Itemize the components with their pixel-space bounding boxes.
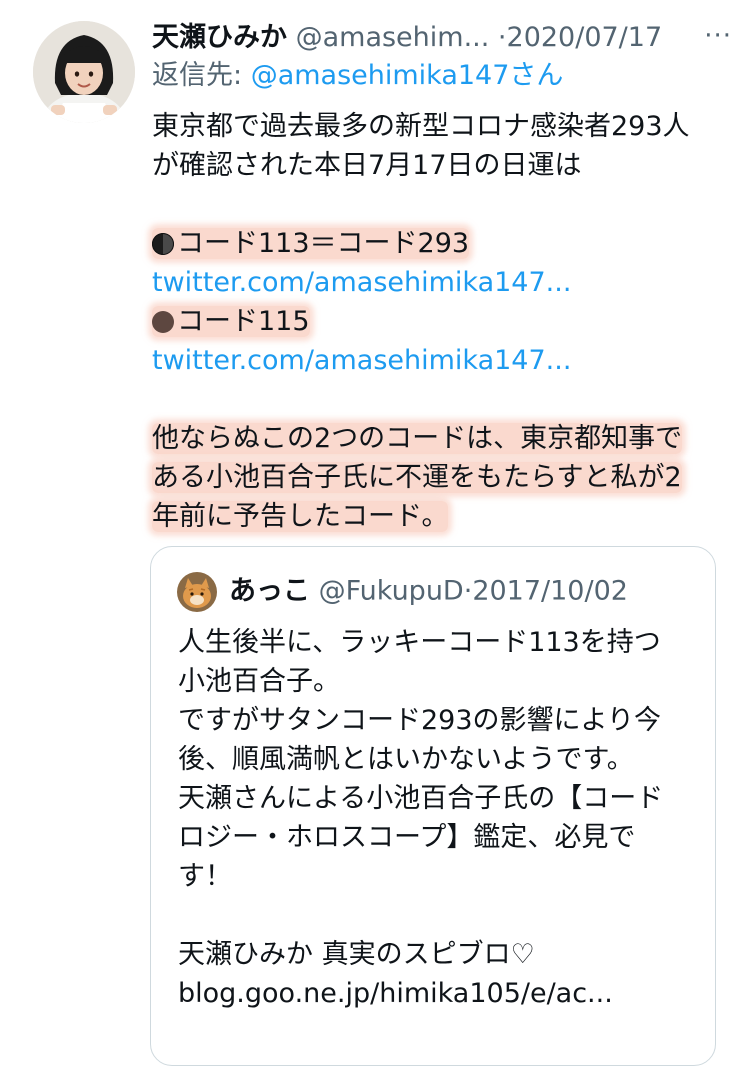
tweet-card: 天瀬ひみか @amasehim... ·2020/07/17 ··· 返信先: …: [0, 0, 750, 1066]
tweet-text-line: 年前に予告したコード。: [152, 497, 722, 536]
quoted-tweet-date[interactable]: 2017/10/02: [472, 576, 628, 607]
reply-to-line: 返信先: @amasehimika147さん: [152, 56, 563, 96]
quoted-tweet[interactable]: あっこ @FukupuD·2017/10/02 人生後半に、ラッキーコード113…: [150, 546, 716, 1066]
quoted-text-line: 天瀬ひみか 真実のスピブロ♡: [178, 939, 535, 970]
quoted-tweet-header: あっこ @FukupuD·2017/10/02: [177, 571, 628, 612]
separator-dot: ·: [497, 22, 507, 53]
code-2-text: コード115: [177, 306, 310, 337]
quoted-text-line: す！: [178, 861, 232, 892]
code-1-text: コード113＝コード293: [177, 228, 470, 259]
tweet-link-1[interactable]: twitter.com/amasehimika147...: [152, 263, 722, 302]
quoted-text-line: ロジー・ホロスコープ】鑑定、必見で: [178, 822, 636, 853]
more-options-icon[interactable]: ···: [692, 18, 732, 58]
tweet-date[interactable]: 2020/07/17: [507, 22, 663, 53]
brown-circle-icon: [152, 311, 174, 333]
quoted-text-line: 小池百合子。: [178, 666, 340, 697]
quoted-text-line: ですがサタンコード293の影響により今: [178, 705, 661, 736]
quoted-text-line: 天瀬さんによる小池百合子氏の【コード: [178, 783, 664, 814]
quoted-user-handle[interactable]: @FukupuD: [319, 576, 464, 607]
quoted-text-line: 人生後半に、ラッキーコード113を持つ: [178, 627, 661, 658]
quoted-tweet-body: 人生後半に、ラッキーコード113を持つ 小池百合子。 ですがサタンコード293の…: [178, 623, 698, 1013]
quoted-display-name[interactable]: あっこ: [229, 576, 310, 607]
reply-prefix: 返信先:: [152, 60, 251, 91]
highlight-paragraph: 年前に予告したコード。: [152, 501, 449, 532]
cat-avatar-icon[interactable]: [177, 571, 217, 612]
quoted-text-line: 後、順風満帆とはいかないようです。: [178, 744, 634, 775]
highlight-paragraph: 他ならぬこの2つのコードは、東京都知事で: [152, 423, 683, 454]
highlight-code-1: コード113＝コード293: [152, 228, 470, 259]
tweet-link-2[interactable]: twitter.com/amasehimika147...: [152, 341, 722, 380]
user-avatar[interactable]: [33, 21, 135, 123]
tweet-text-line: 東京都で過去最多の新型コロナ感染者293人: [152, 111, 690, 142]
code-line-1: コード113＝コード293: [152, 224, 722, 263]
tweet-text-line: ある小池百合子氏に不運をもたらすと私が2: [152, 458, 722, 497]
code-line-2: コード115: [152, 302, 722, 341]
user-handle[interactable]: @amasehim...: [296, 22, 490, 53]
avatar-photo-icon: [33, 21, 135, 123]
tweet-text-line: 他ならぬこの2つのコードは、東京都知事で: [152, 419, 722, 458]
reply-mention-link[interactable]: @amasehimika147さん: [251, 60, 564, 91]
new-moon-icon: [152, 233, 174, 255]
quoted-link[interactable]: blog.goo.ne.jp/himika105/e/ac...: [178, 974, 698, 1013]
display-name[interactable]: 天瀬ひみか: [152, 22, 287, 53]
highlight-paragraph: ある小池百合子氏に不運をもたらすと私が2: [152, 462, 682, 493]
tweet-header: 天瀬ひみか @amasehim... ·2020/07/17 ···: [152, 18, 732, 58]
highlight-code-2: コード115: [152, 306, 310, 337]
tweet-body: 東京都で過去最多の新型コロナ感染者293人 が確認された本日7月17日の日運は …: [152, 107, 722, 536]
tweet-text-line: が確認された本日7月17日の日運は: [152, 150, 582, 181]
